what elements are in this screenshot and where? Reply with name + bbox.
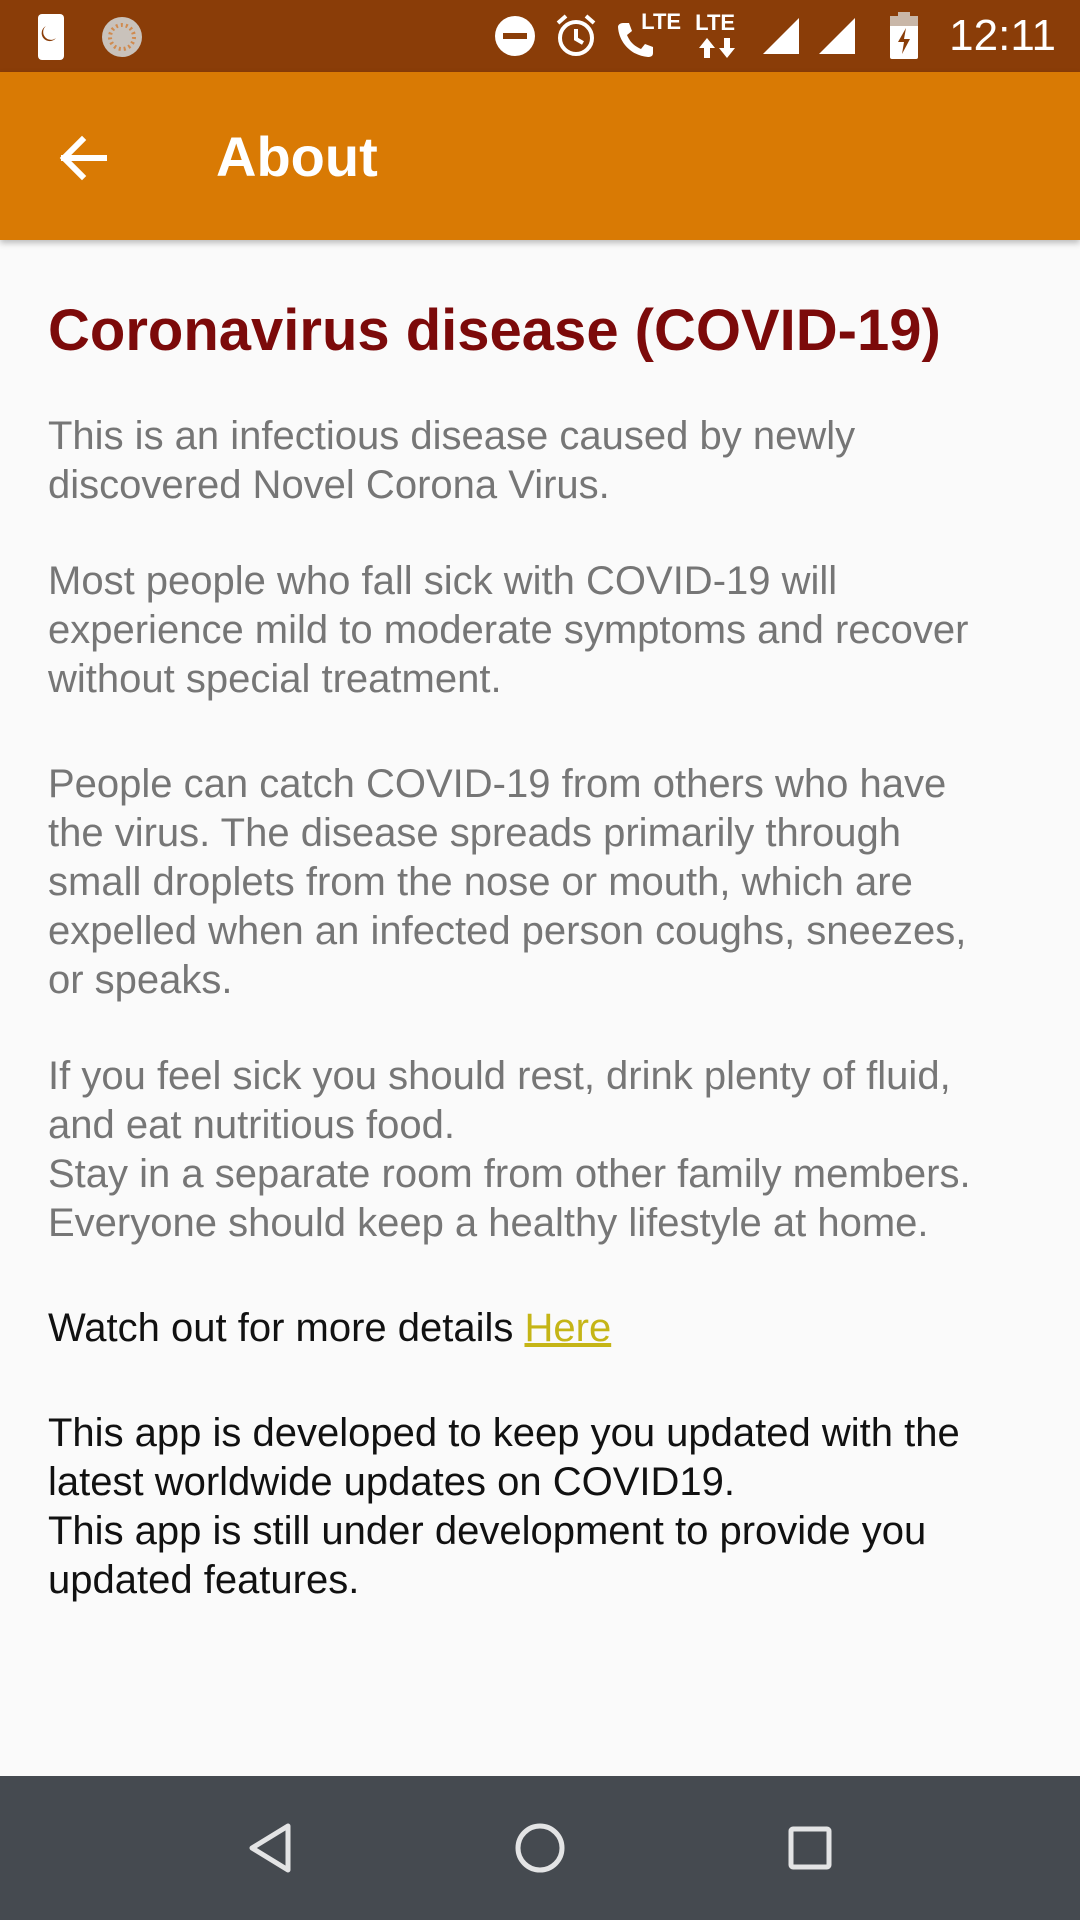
do-not-disturb-icon (495, 16, 536, 56)
arrow-back-icon (59, 135, 107, 181)
lte-label: LTE (641, 9, 682, 34)
app-info-paragraph: This app is developed to keep you update… (48, 1411, 960, 1602)
lte-data-indicator: LTE (693, 10, 745, 62)
app-icon (102, 17, 142, 57)
nav-home-button[interactable] (504, 1812, 576, 1884)
signal-icon (819, 18, 856, 54)
alarm-icon (556, 14, 596, 56)
disease-heading: Coronavirus disease (COVID-19) (48, 298, 941, 363)
battery-icon (890, 12, 919, 59)
page-title: About (216, 125, 378, 188)
nav-recents-button[interactable] (774, 1812, 846, 1884)
here-link[interactable]: Here (524, 1306, 611, 1350)
sim-icon (38, 14, 64, 60)
watch-more-line: Watch out for more details Here (48, 1304, 1038, 1353)
nav-back-button[interactable] (234, 1812, 306, 1884)
data-arrows-icon (699, 38, 736, 58)
back-button[interactable] (40, 116, 124, 200)
paragraph-symptoms: Most people who fall sick with COVID-19 … (48, 559, 969, 701)
navigation-bar (0, 1776, 1080, 1920)
home-circle-icon (515, 1823, 565, 1873)
clock: 12:11 (949, 11, 1056, 60)
app-bar: About (0, 72, 1080, 240)
signal-icon (763, 18, 800, 54)
watch-more-text: Watch out for more details (48, 1306, 525, 1350)
paragraph-intro: This is an infectious disease caused by … (48, 414, 856, 507)
lte-label: LTE (695, 10, 736, 35)
about-content: Coronavirus disease (COVID-19) This is a… (48, 296, 1038, 1605)
recents-square-icon (788, 1826, 832, 1870)
paragraph-spread: People can catch COVID-19 from others wh… (48, 762, 967, 1002)
paragraph-advice: If you feel sick you should rest, drink … (48, 1054, 971, 1245)
back-triangle-icon (249, 1823, 291, 1873)
status-bar: LTE LTE 12:11 (0, 0, 1080, 72)
call-lte-indicator: LTE (615, 11, 681, 61)
